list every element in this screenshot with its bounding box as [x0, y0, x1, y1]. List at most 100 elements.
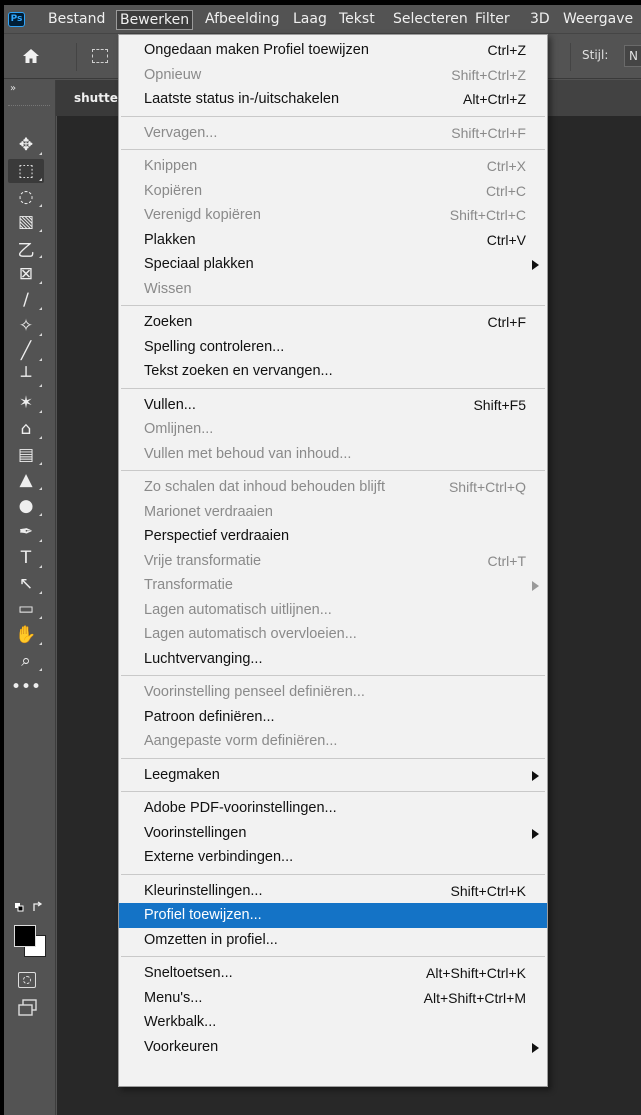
marquee-options-icon[interactable] — [92, 49, 108, 63]
submenu-arrow-icon — [532, 260, 539, 270]
rectangle-tool-icon[interactable]: ▭ — [8, 597, 44, 621]
menu-item-voorkeuren[interactable]: Voorkeuren — [119, 1035, 547, 1060]
panel-grip[interactable] — [8, 105, 50, 107]
menu-item-zo-schalen-dat-inhoud-behouden-blijft[interactable]: Zo schalen dat inhoud behouden blijft Shi… — [119, 475, 547, 500]
menu-item-label: Leegmaken — [144, 766, 220, 783]
eraser-tool-icon[interactable]: ⌂ — [8, 417, 44, 441]
brush-tool-icon[interactable]: ╱ — [8, 339, 44, 363]
menu-item-kleurinstellingen[interactable]: Kleurinstellingen... Shift+Ctrl+K — [119, 879, 547, 904]
menu-item-vullen-met-behoud-van-inhoud[interactable]: Vullen met behoud van inhoud... — [119, 442, 547, 467]
dodge-tool-icon[interactable]: ● — [8, 494, 44, 518]
object-selection-tool-icon[interactable]: ▧ — [8, 210, 44, 234]
menu-bar-item-laag[interactable]: Laag — [290, 10, 330, 30]
tool-flyout-indicator — [39, 358, 42, 362]
menu-item-shortcut: Ctrl+F — [487, 314, 527, 330]
clone-stamp-tool-icon[interactable]: ┴ — [8, 365, 44, 389]
crop-tool-glyph: ⼄ — [17, 240, 35, 261]
menu-item-marionet-verdraaien[interactable]: Marionet verdraaien — [119, 500, 547, 525]
menu-bar-item-3d[interactable]: 3D — [527, 10, 553, 30]
menu-item-adobe-pdf-voorinstellingen[interactable]: Adobe PDF-voorinstellingen... — [119, 796, 547, 821]
menu-item-voorinstellingen[interactable]: Voorinstellingen — [119, 821, 547, 846]
eyedropper-tool-icon[interactable]: ∕ — [8, 288, 44, 312]
zoom-tool-icon[interactable]: ⌕ — [8, 649, 44, 673]
menu-bar-item-weergave[interactable]: Weergave — [560, 10, 636, 30]
menu-bar-item-bewerken[interactable]: Bewerken — [116, 10, 194, 30]
menu-item-ongedaan-maken-profiel-toewijzen[interactable]: Ongedaan maken Profiel toewijzen Ctrl+Z — [119, 38, 547, 63]
tool-flyout-indicator — [39, 616, 42, 620]
lasso-tool-icon[interactable]: ◌ — [8, 185, 44, 209]
menu-item-patroon-definiëren[interactable]: Patroon definiëren... — [119, 705, 547, 730]
menu-item-profiel-toewijzen[interactable]: Profiel toewijzen... — [119, 903, 547, 928]
menu-item-luchtvervanging[interactable]: Luchtvervanging... — [119, 647, 547, 672]
brush-tool-glyph: ╱ — [20, 341, 32, 362]
photoshop-logo-icon[interactable]: Ps — [8, 12, 25, 27]
zoom-tool-glyph: ⌕ — [21, 651, 31, 671]
path-selection-tool-icon[interactable]: ↖ — [8, 572, 44, 596]
screen-mode-icon[interactable] — [17, 999, 39, 1017]
menu-item-label: Plakken — [144, 231, 196, 248]
style-select[interactable]: N — [624, 45, 641, 67]
menu-item-plakken[interactable]: Plakken Ctrl+V — [119, 228, 547, 253]
tool-flyout-indicator — [39, 435, 42, 439]
gradient-tool-icon[interactable]: ▤ — [8, 443, 44, 467]
menu-item-lagen-automatisch-uitlijnen[interactable]: Lagen automatisch uitlijnen... — [119, 598, 547, 623]
menu-item-label: Vervagen... — [144, 124, 218, 141]
rectangular-marquee-tool-icon[interactable]: ⬚ — [8, 158, 44, 183]
menu-item-vullen[interactable]: Vullen... Shift+F5 — [119, 393, 547, 418]
swap-colors-icon[interactable] — [14, 901, 46, 913]
menu-bar-item-filter[interactable]: Filter — [472, 10, 513, 30]
menu-item-werkbalk[interactable]: Werkbalk... — [119, 1010, 547, 1035]
menu-item-wissen[interactable]: Wissen — [119, 277, 547, 302]
menu-item-sneltoetsen[interactable]: Sneltoetsen... Alt+Shift+Ctrl+K — [119, 961, 547, 986]
menu-item-laatste-status-in-uitschakelen[interactable]: Laatste status in-/uitschakelen Alt+Ctrl+… — [119, 87, 547, 112]
menu-item-perspectief-verdraaien[interactable]: Perspectief verdraaien — [119, 524, 547, 549]
menu-item-knippen[interactable]: Knippen Ctrl+X — [119, 154, 547, 179]
quick-mask-icon[interactable] — [18, 972, 36, 988]
panel-collapse-icon[interactable]: » — [10, 83, 16, 94]
menu-item-label: Omzetten in profiel... — [144, 931, 278, 948]
home-icon[interactable] — [22, 48, 40, 64]
type-tool-icon[interactable]: T — [8, 546, 44, 570]
blur-tool-icon[interactable]: ▲ — [8, 468, 44, 492]
menu-item-label: Verenigd kopiëren — [144, 207, 261, 223]
menu-item-vervagen[interactable]: Vervagen... Shift+Ctrl+F — [119, 121, 547, 146]
menu-item-omzetten-in-profiel[interactable]: Omzetten in profiel... — [119, 928, 547, 953]
menu-item-leegmaken[interactable]: Leegmaken — [119, 763, 547, 788]
menu-item-menu-s[interactable]: Menu's... Alt+Shift+Ctrl+M — [119, 986, 547, 1011]
menu-item-label: Tekst zoeken en vervangen... — [144, 363, 333, 379]
crop-tool-icon[interactable]: ⼄ — [8, 236, 44, 261]
menu-item-zoeken[interactable]: Zoeken Ctrl+F — [119, 310, 547, 335]
healing-brush-tool-icon[interactable]: ✧ — [8, 314, 44, 338]
history-brush-tool-icon[interactable]: ✶ — [8, 391, 44, 415]
pen-tool-icon[interactable]: ✒ — [8, 520, 44, 544]
menu-bar-item-selecteren[interactable]: Selecteren — [390, 10, 471, 30]
menu-bar-item-bestand[interactable]: Bestand — [45, 10, 108, 30]
menu-item-voorinstelling-penseel-definiëren[interactable]: Voorinstelling penseel definiëren... — [119, 680, 547, 705]
move-tool-icon[interactable]: ✥ — [8, 133, 44, 157]
menu-separator — [121, 305, 545, 306]
menu-separator — [121, 387, 545, 389]
menu-item-speciaal-plakken[interactable]: Speciaal plakken — [119, 252, 547, 277]
menu-item-aangepaste-vorm-definiëren[interactable]: Aangepaste vorm definiëren... — [119, 729, 547, 754]
menu-item-verenigd-kopiëren[interactable]: Verenigd kopiëren Shift+Ctrl+C — [119, 203, 547, 228]
document-tab[interactable]: shutte — [56, 80, 126, 116]
pen-tool-glyph: ✒ — [18, 522, 34, 542]
menu-bar-item-afbeelding[interactable]: Afbeelding — [202, 10, 283, 30]
menu-item-shortcut: Ctrl+V — [486, 231, 526, 248]
menu-item-vrije-transformatie[interactable]: Vrije transformatie Ctrl+T — [119, 549, 547, 574]
menu-bar-item-tekst[interactable]: Tekst — [336, 10, 378, 30]
foreground-color-swatch[interactable] — [14, 925, 36, 947]
frame-tool-icon[interactable]: ⊠ — [8, 262, 44, 286]
menu-item-externe-verbindingen[interactable]: Externe verbindingen... — [119, 845, 547, 870]
menu-item-lagen-automatisch-overvloeien[interactable]: Lagen automatisch overvloeien... — [119, 622, 547, 647]
hand-tool-icon[interactable]: ✋ — [8, 623, 44, 647]
edit-toolbar-icon[interactable]: ••• — [8, 675, 44, 699]
menu-item-tekst-zoeken-en-vervangen[interactable]: Tekst zoeken en vervangen... — [119, 359, 547, 384]
menu-item-spelling-controleren[interactable]: Spelling controleren... — [119, 335, 547, 360]
menu-item-kopiëren[interactable]: Kopiëren Ctrl+C — [119, 179, 547, 204]
menu-item-omlijnen[interactable]: Omlijnen... — [119, 417, 547, 442]
menu-item-transformatie[interactable]: Transformatie — [119, 573, 547, 598]
menu-item-shortcut: Shift+Ctrl+Z — [451, 66, 526, 83]
tool-flyout-indicator — [39, 306, 42, 310]
menu-item-opnieuw[interactable]: Opnieuw Shift+Ctrl+Z — [119, 63, 547, 88]
